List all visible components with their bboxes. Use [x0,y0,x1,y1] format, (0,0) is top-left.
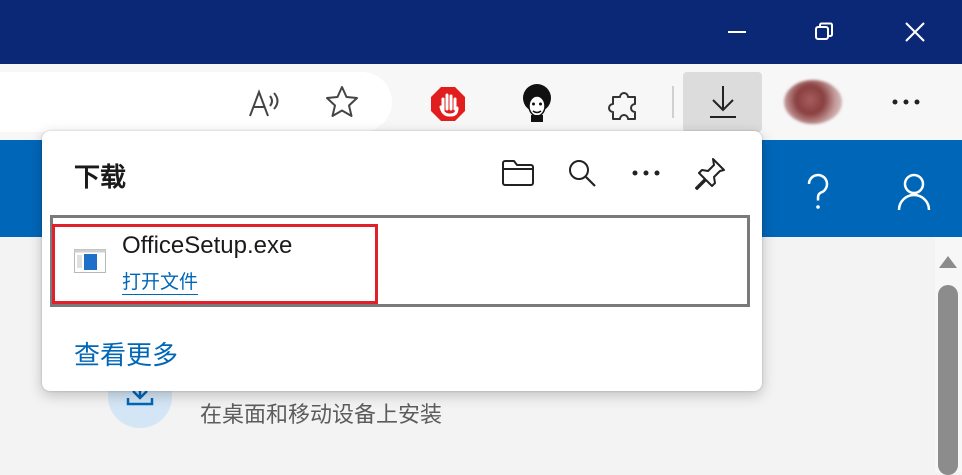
folder-icon [502,160,534,186]
extensions-button[interactable] [602,82,646,126]
more-button[interactable] [882,86,930,118]
afro-extension-button[interactable] [515,82,559,126]
read-aloud-icon [249,89,279,117]
account-button[interactable] [892,170,936,214]
minimize-icon [728,31,746,33]
adblock-extension-button[interactable] [426,82,470,126]
scrollbar-thumb[interactable] [938,285,958,475]
install-text[interactable]: 在桌面和移动设备上安装 [200,397,442,429]
close-button[interactable] [870,0,960,64]
stop-hand-icon [431,87,465,121]
downloads-button[interactable] [683,72,762,132]
open-folder-button[interactable] [498,153,538,193]
downloads-title: 下载 [74,162,127,192]
see-more-link[interactable]: 查看更多 [74,335,178,372]
pin-flyout-button[interactable] [690,153,730,193]
highlight-annotation [52,224,378,304]
question-icon [807,173,829,209]
scroll-up-arrow-icon[interactable] [938,255,958,269]
search-icon [569,160,596,187]
help-button[interactable] [798,170,838,214]
ellipsis-icon [632,170,660,176]
close-icon [905,22,925,42]
minimize-button[interactable] [692,0,782,64]
afro-face-icon [523,84,551,122]
browser-toolbar [0,64,962,140]
favorite-button[interactable] [320,82,364,122]
puzzle-icon [608,92,636,120]
downloads-more-button[interactable] [626,153,666,193]
search-downloads-button[interactable] [562,153,602,193]
toolbar-divider [672,86,674,118]
pin-icon [695,158,725,190]
restore-icon [815,22,833,40]
ellipsis-icon [892,99,920,105]
profile-avatar[interactable] [784,80,842,124]
restore-button[interactable] [779,0,869,64]
downloads-icon-wrap [683,72,762,132]
person-icon [897,173,931,211]
read-aloud-button[interactable] [240,84,288,124]
title-bar [0,0,962,64]
downloads-flyout: 下载 OfficeSetup.exe 打开文件 查看更多 [42,131,762,391]
star-icon [326,86,358,117]
download-arrow-icon [709,86,736,118]
